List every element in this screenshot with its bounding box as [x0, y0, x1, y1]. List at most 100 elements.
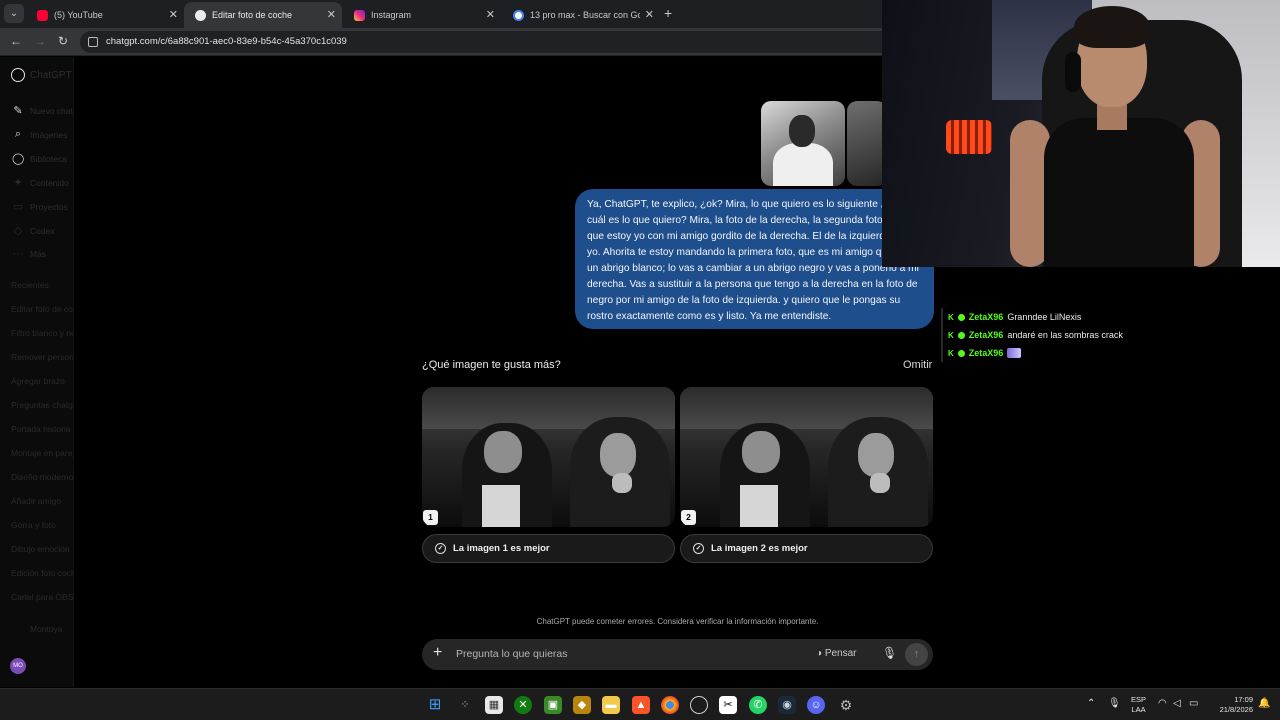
- prefer-image-2-button[interactable]: ✓ La imagen 2 es mejor: [680, 534, 933, 563]
- close-icon[interactable]: ✕: [486, 8, 495, 21]
- attached-image-2[interactable]: [847, 101, 887, 186]
- history-item[interactable]: Agregar brazo: [11, 376, 65, 386]
- brave-icon[interactable]: ▲: [632, 696, 650, 714]
- battery-icon[interactable]: ▭: [1189, 698, 1198, 709]
- close-icon[interactable]: ✕: [327, 8, 336, 21]
- attached-image-1[interactable]: [761, 101, 845, 186]
- file-explorer-icon[interactable]: ▬: [602, 696, 620, 714]
- sidebar-footer-item[interactable]: Montoya: [30, 624, 63, 634]
- taskbar: ⊞ ⁘ ▦ ✕ ▣ ◆ ▬ ▲ ✂ ✆ ◉ ☺ ⚙ ⌃ 🎙 ESP LAA ◠ …: [0, 688, 1280, 720]
- whatsapp-icon[interactable]: ✆: [749, 696, 767, 714]
- history-item[interactable]: Montaje en pareja: [11, 448, 73, 458]
- tab-label: 13 pro max - Buscar con Google: [530, 10, 640, 20]
- chat-message: K ZetaX96 Granndee LilNexis: [948, 308, 1271, 326]
- history-item[interactable]: Preguntas chatgpt: [11, 400, 73, 410]
- tab-search-button[interactable]: ⌄: [4, 4, 24, 23]
- chat-username: ZetaX96: [968, 348, 1004, 358]
- tab-label: Instagram: [371, 10, 412, 20]
- close-icon[interactable]: ✕: [645, 8, 654, 21]
- new-tab-button[interactable]: +: [664, 5, 672, 21]
- history-item[interactable]: Gorra y foto: [11, 520, 56, 530]
- plus-icon[interactable]: +: [433, 644, 442, 662]
- back-arrow-icon[interactable]: ←: [10, 34, 22, 48]
- youtube-icon: [37, 9, 48, 21]
- xbox-icon[interactable]: ✕: [514, 696, 532, 714]
- notification-bell-icon[interactable]: 🔔: [1258, 698, 1270, 709]
- history-item[interactable]: Cartel para OBS: [11, 592, 73, 602]
- discord-icon[interactable]: ☺: [807, 696, 825, 714]
- history-item[interactable]: Diseño moderno: [11, 472, 73, 482]
- skip-button[interactable]: Omitir: [903, 359, 932, 371]
- microphone-tray-icon[interactable]: 🎙: [1108, 698, 1121, 709]
- system-clock[interactable]: 17:09 21/8/2026: [1213, 695, 1253, 715]
- chat-area: Ya, ChatGPT, te explico, ¿ok? Mira, lo q…: [75, 57, 934, 687]
- forward-arrow-icon[interactable]: →: [34, 34, 46, 48]
- option-image-2[interactable]: 2: [680, 387, 933, 527]
- settings-gear-icon[interactable]: ⚙: [837, 696, 855, 714]
- history-item[interactable]: Dibujo emoción: [11, 544, 70, 554]
- tab-editar-foto[interactable]: Editar foto de coche ✕: [184, 2, 342, 28]
- verified-badge-icon: [957, 331, 965, 339]
- prefer-image-1-button[interactable]: ✓ La imagen 1 es mejor: [422, 534, 675, 563]
- send-button[interactable]: ↑: [905, 643, 928, 666]
- think-button[interactable]: ◑ Pensar: [816, 648, 857, 659]
- keyboard-layout: LAA: [1131, 705, 1146, 714]
- avatar[interactable]: MO: [10, 658, 26, 674]
- sidebar-item-content[interactable]: ✦ Contenido: [12, 176, 69, 189]
- clock-time: 17:09: [1234, 695, 1253, 704]
- message-composer[interactable]: + Pregunta lo que quieras ◑ Pensar 🎙 ↑: [422, 639, 933, 670]
- sidebar-item-new-chat[interactable]: ✎ Nuevo chat: [12, 104, 73, 117]
- chrome-icon[interactable]: [661, 696, 679, 714]
- tab-instagram[interactable]: Instagram ✕: [343, 2, 501, 28]
- emote-icon: [1007, 348, 1022, 358]
- history-item[interactable]: Filtro blanco y negro: [11, 328, 73, 338]
- site-info-icon[interactable]: [88, 37, 98, 47]
- chat-message: K ZetaX96: [948, 344, 1271, 362]
- spark-icon: ✦: [13, 177, 23, 189]
- option-image-1[interactable]: 1: [422, 387, 675, 527]
- history-item[interactable]: Edición foto coche: [11, 568, 73, 578]
- tab-google-search[interactable]: 13 pro max - Buscar con Google ✕: [502, 2, 660, 28]
- chevron-up-icon[interactable]: ⌃: [1087, 698, 1095, 709]
- clock-date: 21/8/2026: [1219, 705, 1253, 714]
- windows-start-icon[interactable]: ⊞: [426, 696, 444, 714]
- wifi-icon[interactable]: ◠: [1158, 698, 1167, 709]
- sidebar-item-codex[interactable]: ◇ Codex: [12, 224, 55, 237]
- kick-badge-icon: K: [948, 330, 954, 340]
- history-item[interactable]: Editar foto de coche: [11, 304, 73, 314]
- think-label: Pensar: [824, 648, 857, 659]
- prompt-input[interactable]: Pregunta lo que quieras: [456, 648, 568, 660]
- store-icon[interactable]: ▦: [485, 696, 503, 714]
- minecraft-icon[interactable]: ▣: [544, 696, 562, 714]
- more-icon: ···: [12, 248, 24, 260]
- history-item[interactable]: Portada historia: [11, 424, 71, 434]
- sidebar-item-label: Contenido: [30, 177, 69, 188]
- brand-label: ChatGPT: [30, 69, 72, 81]
- address-bar[interactable]: chatgpt.com/c/6a88c901-aec0-83e9-b54c-45…: [80, 31, 882, 53]
- sidebar-item-library[interactable]: ◯ Biblioteca: [12, 152, 67, 165]
- verified-badge-icon: [957, 349, 965, 357]
- chat-username: ZetaX96: [968, 330, 1004, 340]
- steam-icon[interactable]: ◉: [778, 696, 796, 714]
- microphone-icon[interactable]: 🎙: [882, 646, 897, 660]
- sidebar-item-label: Codex: [30, 225, 55, 236]
- capcut-icon[interactable]: ✂: [719, 696, 737, 714]
- history-item[interactable]: Remover persona: [11, 352, 73, 362]
- sidebar-brand[interactable]: ChatGPT: [11, 68, 72, 82]
- sidebar-item-more[interactable]: ··· Más: [12, 248, 47, 260]
- history-item[interactable]: Añadir amigo: [11, 496, 61, 506]
- volume-icon[interactable]: ◁: [1173, 698, 1181, 709]
- game-app-icon[interactable]: ◆: [573, 696, 591, 714]
- chat-text: Granndee LilNexis: [1007, 312, 1082, 322]
- sidebar-item-images[interactable]: ⌕ Imágenes: [12, 128, 67, 141]
- reload-icon[interactable]: ↻: [58, 34, 68, 48]
- webcam-overlay: [882, 0, 1280, 267]
- sidebar-item-label: Biblioteca: [30, 153, 67, 164]
- tab-youtube[interactable]: (5) YouTube ✕: [26, 2, 184, 28]
- close-icon[interactable]: ✕: [169, 8, 178, 21]
- obs-icon[interactable]: [690, 696, 708, 714]
- sidebar: ChatGPT ✎ Nuevo chat ⌕ Imágenes ◯ Biblio…: [0, 57, 74, 687]
- task-view-icon[interactable]: ⁘: [456, 696, 474, 714]
- sidebar-item-projects[interactable]: ▭ Proyectos: [12, 200, 68, 213]
- input-language[interactable]: ESP LAA: [1131, 695, 1146, 715]
